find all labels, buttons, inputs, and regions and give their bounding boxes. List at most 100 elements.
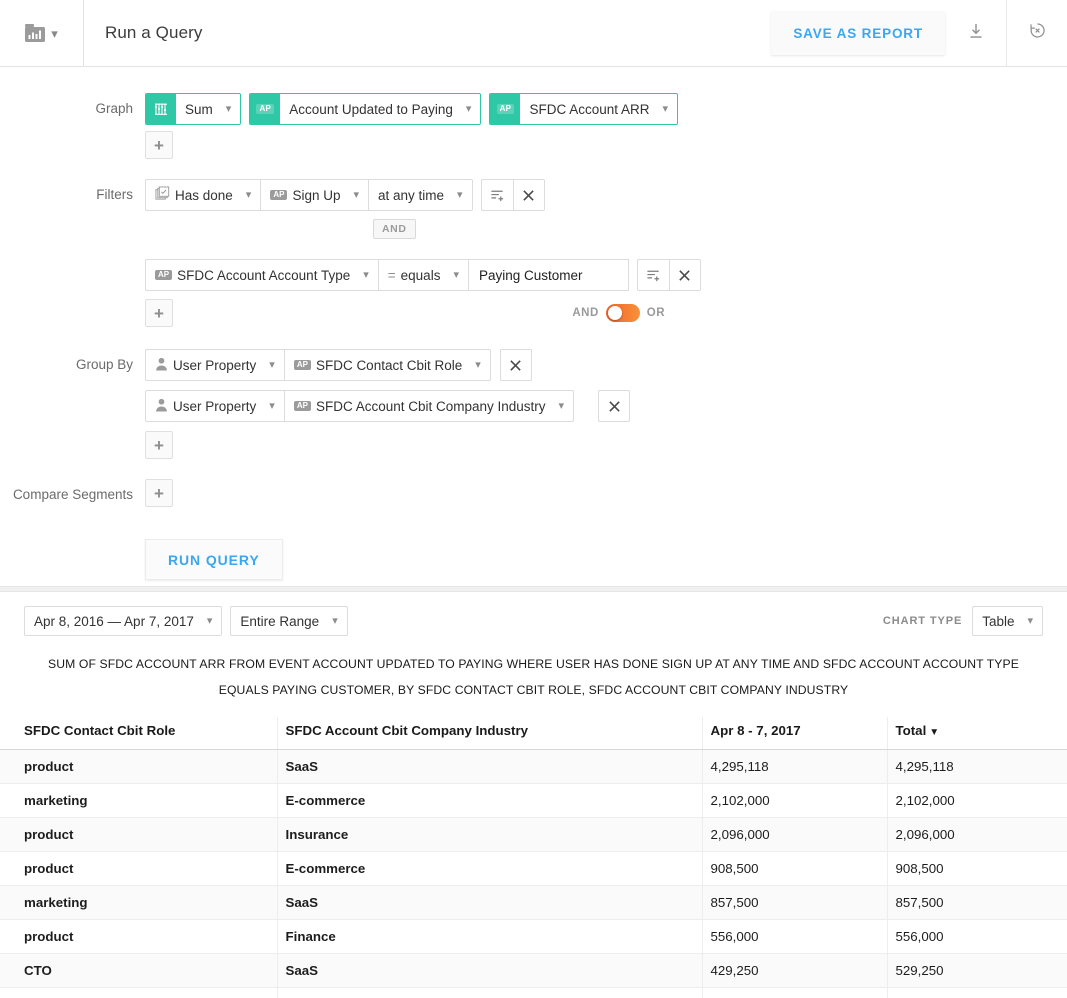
ap-badge-icon: AP: [250, 94, 281, 124]
add-filter-line-icon[interactable]: [636, 259, 669, 291]
interval-select[interactable]: Entire Range ▾: [230, 606, 348, 636]
chevron-down-icon: ▾: [475, 358, 481, 371]
chevron-down-icon: ▾: [558, 399, 565, 412]
chart-type-text: Table: [982, 613, 1015, 629]
cell-role: marketing: [0, 783, 277, 819]
chevron-down-icon: ▾: [662, 102, 669, 115]
filter-property-condition[interactable]: AP SFDC Account Account Type ▾ = equals …: [145, 259, 470, 291]
chart-type-select[interactable]: Table ▾: [972, 606, 1043, 636]
graph-event-text: Account Updated to Paying: [289, 101, 453, 117]
filter-event-text: Sign Up: [292, 187, 341, 203]
run-query-button[interactable]: RUN QUERY: [145, 539, 283, 580]
layers-checkbox-icon: [155, 186, 170, 204]
chevron-down-icon: ▾: [269, 358, 275, 371]
add-group-by-button[interactable]: +: [145, 431, 173, 459]
table-row[interactable]: product E-commerce 908,500 908,500: [0, 851, 1067, 887]
group-by-row-1: Group By User Property ▾ AP SFDC Contact…: [0, 349, 1067, 381]
compare-segments-row: Compare Segments +: [0, 479, 1067, 511]
cell-total: 908,500: [886, 851, 1067, 887]
graph-label: Graph: [95, 101, 133, 116]
ap-badge-icon: AP: [293, 360, 311, 370]
cell-period: 2,102,000: [701, 783, 887, 819]
graph-measure-select[interactable]: Sum ▾: [145, 93, 242, 125]
chevron-down-icon: ▾: [206, 614, 213, 627]
cell-period: 908,500: [701, 851, 887, 887]
date-range-select[interactable]: Apr 8, 2016 — Apr 7, 2017 ▾: [24, 606, 223, 636]
add-graph-button[interactable]: +: [145, 131, 173, 159]
cell-industry: Finance: [276, 919, 702, 955]
filter-value-input[interactable]: [468, 259, 629, 291]
reset-query-button[interactable]: [1006, 0, 1067, 67]
chevron-down-icon: ▾: [332, 614, 338, 627]
graph-property-select[interactable]: AP SFDC Account ARR ▾: [489, 93, 679, 125]
filters-row-2: AP SFDC Account Account Type ▾ = equals …: [0, 259, 1067, 291]
cell-industry: Insurance: [276, 817, 702, 853]
remove-filter-icon[interactable]: [668, 259, 701, 291]
filter-condition-select[interactable]: Has done ▾ AP Sign Up ▾ at any time ▾: [145, 179, 473, 211]
cell-total: 328,000: [886, 987, 1067, 998]
add-filter-button[interactable]: +: [145, 299, 173, 327]
cell-total: 556,000: [886, 919, 1067, 955]
person-icon: [155, 398, 168, 415]
group-by-property-text-2: SFDC Account Cbit Company Industry: [315, 398, 546, 414]
column-header-role[interactable]: SFDC Contact Cbit Role: [0, 717, 277, 751]
graph-row: Graph Sum ▾ AP Account Updated to Paying…: [0, 93, 1067, 125]
chevron-down-icon: ▾: [269, 399, 275, 412]
group-by-select-1[interactable]: User Property ▾ AP SFDC Contact Cbit Rol…: [145, 349, 491, 381]
interval-text: Entire Range: [240, 613, 320, 629]
compare-segments-label: Compare Segments: [12, 487, 133, 502]
chevron-down-icon: ▾: [1027, 614, 1033, 627]
spacer-label: [0, 390, 145, 422]
cell-industry: SaaS: [276, 749, 702, 785]
table-row[interactable]: CTO SaaS 429,250 529,250: [0, 953, 1067, 989]
download-icon: [967, 22, 985, 45]
table-row[interactable]: marketing E-commerce 2,102,000 2,102,000: [0, 783, 1067, 819]
spacer-label: [0, 219, 145, 251]
add-filter-line-icon[interactable]: [480, 179, 513, 211]
report-type-switcher[interactable]: ▾: [0, 0, 84, 67]
table-row[interactable]: product Insurance 2,096,000 2,096,000: [0, 817, 1067, 853]
sort-desc-icon: ▼: [929, 727, 940, 739]
cell-total: 2,096,000: [886, 817, 1067, 853]
table-row[interactable]: engineeringSaaS328,000328,000: [0, 987, 1067, 998]
add-compare-segment-button[interactable]: +: [145, 479, 173, 507]
chevron-down-icon: ▾: [457, 188, 463, 201]
group-by-select-2[interactable]: User Property ▾ AP SFDC Account Cbit Com…: [145, 390, 575, 422]
or-label: OR: [646, 307, 665, 319]
ap-badge-icon: AP: [490, 94, 521, 124]
column-header-period[interactable]: Apr 8 - 7, 2017: [701, 717, 887, 751]
filter-operator-text: equals: [400, 267, 441, 283]
table-body: product SaaS 4,295,118 4,295,118 marketing E-…: [0, 749, 1067, 998]
filters-add-row: + AND OR: [0, 299, 1067, 331]
page-title: Run a Query: [105, 23, 203, 42]
cell-period: 2,096,000: [701, 817, 887, 853]
ap-badge-text: AP: [256, 104, 275, 114]
filter-property-text: SFDC Account Account Type: [177, 267, 351, 283]
report-bar-chart-icon: [25, 24, 46, 42]
table-header-row: SFDC Contact Cbit Role SFDC Account Cbit…: [0, 717, 1067, 751]
table-row[interactable]: marketing SaaS 857,500 857,500: [0, 885, 1067, 921]
table-row[interactable]: product SaaS 4,295,118 4,295,118: [0, 749, 1067, 785]
cell-total: 529,250: [886, 953, 1067, 989]
filter-row-1-actions: [480, 179, 545, 211]
graph-event-select[interactable]: AP Account Updated to Paying ▾: [249, 93, 482, 125]
equals-symbol-icon: =: [387, 267, 396, 283]
and-or-toggle[interactable]: [605, 304, 640, 322]
remove-group-by-2[interactable]: [598, 390, 631, 422]
cell-role: product: [0, 919, 277, 955]
cell-total: 857,500: [886, 885, 1067, 921]
spacer-label: [0, 431, 145, 463]
table-row[interactable]: product Finance 556,000 556,000: [0, 919, 1067, 955]
column-header-total[interactable]: Total ▼: [886, 717, 1067, 751]
group-by-scope-text-1: User Property: [173, 357, 257, 373]
cell-period: 857,500: [701, 885, 887, 921]
graph-add-row: +: [0, 131, 1067, 163]
save-as-report-button[interactable]: SAVE AS REPORT: [771, 11, 945, 55]
column-header-industry[interactable]: SFDC Account Cbit Company Industry: [276, 717, 702, 751]
group-by-label: Group By: [75, 357, 133, 372]
cell-total: 2,102,000: [886, 783, 1067, 819]
remove-filter-icon[interactable]: [512, 179, 545, 211]
cell-industry: E-commerce: [276, 851, 702, 887]
remove-group-by-1[interactable]: [499, 349, 532, 381]
download-button[interactable]: [945, 0, 1006, 67]
